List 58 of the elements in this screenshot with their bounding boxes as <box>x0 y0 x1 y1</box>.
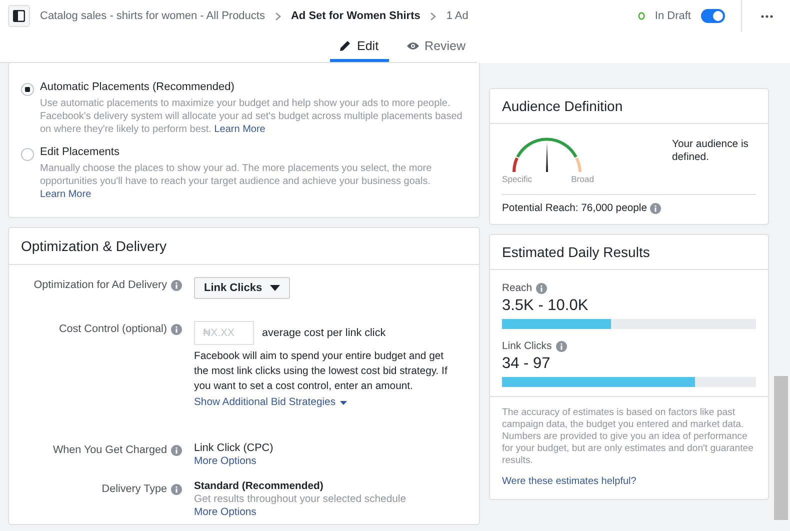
eye-icon <box>406 42 419 50</box>
more-options-link[interactable]: More Options <box>194 456 479 467</box>
learn-more-link[interactable]: Learn More <box>214 124 266 135</box>
cost-field[interactable]: ₦X.XX <box>194 321 254 345</box>
cost-description: Facebook will aim to spend your entire budget and get the most link clicks using the lowest cost bid strategy. If you want to set a cost control, enter an amount. <box>194 350 448 394</box>
metric-label: Reach <box>502 282 532 294</box>
info-icon[interactable] <box>171 484 182 495</box>
status-icon <box>638 12 645 20</box>
info-icon[interactable] <box>171 445 182 456</box>
breadcrumb[interactable]: 1 Ad <box>446 10 468 22</box>
field-label: Delivery Type <box>102 483 167 495</box>
option-description: Manually choose the places to show your ad. The more placements you select, the more opportunities you'll have to reach your target audience and achieve your business goals. Learn More <box>40 162 433 201</box>
metric-label: Link Clicks <box>502 340 552 352</box>
field-value: Link Click (CPC) <box>194 442 274 454</box>
breadcrumb[interactable]: Ad Set for Women Shirts <box>290 10 420 22</box>
radio-button[interactable] <box>21 148 34 161</box>
radio-button[interactable] <box>21 83 34 96</box>
gauge-label: Specific <box>502 174 532 184</box>
more-options-link[interactable]: More Options <box>194 507 479 518</box>
bid-strategies-link[interactable]: Show Additional Bid Strategies <box>194 397 347 408</box>
option-description: Use automatic placements to maximize your budget and help show your ads to more people. Facebook's delivery system will allocate your ad set's budget across multiple placements based on where they're likely to perform best. Learn More <box>40 97 464 136</box>
chevron-icon <box>430 12 436 20</box>
field-suffix: average cost per link click <box>262 327 386 339</box>
tab[interactable]: Review <box>396 32 476 62</box>
card-title: Audience Definition <box>490 89 768 124</box>
metric-value: 34 - 97 <box>502 355 552 373</box>
field-label: Cost Control (optional) <box>58 323 167 335</box>
metric-value: 3.5K - 10.0K <box>502 297 590 315</box>
gauge-label: Broad <box>571 174 594 184</box>
section-title: Optimization & Delivery <box>9 228 479 265</box>
info-icon[interactable] <box>171 280 182 291</box>
scrollbar-thumb[interactable] <box>774 376 788 520</box>
learn-more-link[interactable]: Learn More <box>40 189 92 200</box>
info-icon[interactable] <box>171 324 182 335</box>
option-label: Automatic Placements (Recommended) <box>40 81 236 93</box>
status-label: In Draft <box>654 10 691 22</box>
card-title: Estimated Daily Results <box>490 235 768 270</box>
pencil-icon <box>340 40 351 51</box>
panel-toggle-icon[interactable] <box>8 5 30 27</box>
draft-toggle[interactable] <box>701 9 725 23</box>
chevron-icon <box>274 12 281 20</box>
option-label: Edit Placements <box>40 146 120 158</box>
audience-message: Your audience is defined. <box>672 138 750 165</box>
dropdown[interactable]: Link Clicks <box>194 277 290 299</box>
info-icon[interactable] <box>650 203 662 214</box>
estimates-note: The accuracy of estimates is based on factors like past campaign data, the budget you entered and market data. Numbers are provided to give you an idea of performance for your budget, but are only estimates and don't guarantee results. <box>502 407 754 467</box>
field-label: When You Get Charged <box>52 444 167 456</box>
field-description: Get results throughout your selected schedule <box>194 494 407 505</box>
caret-icon <box>270 285 280 291</box>
field-value: Standard (Recommended) <box>194 481 324 492</box>
more-icon[interactable] <box>761 14 773 18</box>
caret-icon <box>340 400 347 404</box>
breadcrumb[interactable]: Catalog sales - shirts for women - All Products <box>40 10 265 22</box>
info-icon[interactable] <box>536 283 548 294</box>
info-icon[interactable] <box>556 341 567 352</box>
feedback-link[interactable]: Were these estimates helpful? <box>502 476 756 487</box>
potential-reach: Potential Reach: 76,000 people <box>502 202 648 214</box>
field-label: Optimization for Ad Delivery <box>34 279 167 291</box>
